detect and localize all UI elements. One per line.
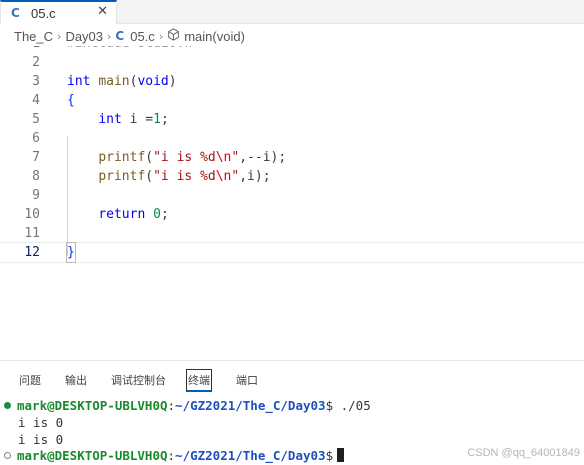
code-line[interactable]: 3 int main(void) xyxy=(0,72,584,91)
code-text: } xyxy=(66,242,76,263)
terminal-line: mark@DESKTOP-UBLVH0Q:~/GZ2021/The_C/Day0… xyxy=(4,397,371,414)
line-number: 5 xyxy=(32,112,40,127)
breadcrumb-item-day03[interactable]: Day03 xyxy=(65,29,103,44)
line-number: 10 xyxy=(24,207,40,222)
code-line[interactable]: 2 xyxy=(0,53,584,72)
tab-05c[interactable]: C 05.c ✕ xyxy=(0,0,117,24)
code-line[interactable]: 8 printf("i is %d\n",i); xyxy=(0,167,584,186)
line-number: 12 xyxy=(24,245,40,260)
line-number: 9 xyxy=(32,188,40,203)
tab-debug-console[interactable]: 调试控制台 xyxy=(110,369,167,391)
line-number: 7 xyxy=(32,150,40,165)
tab-label: 05.c xyxy=(31,5,56,21)
prompt-symbol: $ xyxy=(325,448,334,463)
chevron-right-icon: › xyxy=(158,29,164,43)
chevron-right-icon: › xyxy=(107,29,112,43)
code-text: { xyxy=(67,93,75,108)
success-dot-icon xyxy=(4,402,11,409)
line-number: 11 xyxy=(24,226,40,241)
code-line[interactable]: 11 xyxy=(0,224,584,243)
c-file-icon: C xyxy=(115,29,125,43)
breadcrumb-item-symbol[interactable]: main(void) xyxy=(184,29,245,44)
prompt-user: mark@DESKTOP-UBLVH0Q xyxy=(17,448,168,463)
breadcrumb-item-file[interactable]: 05.c xyxy=(130,29,155,44)
editor-tab-bar: C 05.c ✕ xyxy=(0,0,584,24)
panel-tab-bar: 问题 输出 调试控制台 终端 端口 xyxy=(0,360,584,396)
cube-icon xyxy=(167,28,180,44)
terminal-output-line: i is 0 xyxy=(18,415,64,430)
breadcrumb-item-the-c[interactable]: The_C xyxy=(14,29,53,44)
line-number: 3 xyxy=(32,74,40,89)
terminal-command: ./05 xyxy=(340,398,371,413)
code-line[interactable]: 6 xyxy=(0,129,584,148)
code-editor[interactable]: 1 #include<stdio.h> 2 3 int main(void) 4… xyxy=(0,36,584,352)
prompt-user: mark@DESKTOP-UBLVH0Q xyxy=(17,398,168,413)
code-text: printf("i is %d\n",--i); xyxy=(98,150,287,165)
watermark: CSDN @qq_64001849 xyxy=(467,447,580,459)
code-text: int main(void) xyxy=(67,74,177,89)
breadcrumb: The_C › Day03 › C 05.c › main(void) xyxy=(0,26,245,46)
terminal-output-line: i is 0 xyxy=(18,432,64,447)
terminal-line: mark@DESKTOP-UBLVH0Q:~/GZ2021/The_C/Day0… xyxy=(4,447,345,464)
terminal[interactable]: mark@DESKTOP-UBLVH0Q:~/GZ2021/The_C/Day0… xyxy=(0,396,584,465)
empty-dot-icon xyxy=(4,452,11,459)
prompt-path: ~/GZ2021/The_C/Day03 xyxy=(175,398,326,413)
prompt-symbol: $ xyxy=(325,398,334,413)
tab-ports[interactable]: 端口 xyxy=(235,369,259,391)
close-icon[interactable]: ✕ xyxy=(97,4,108,19)
c-file-icon: C xyxy=(11,6,20,20)
prompt-path: ~/GZ2021/The_C/Day03 xyxy=(175,448,326,463)
line-number: 8 xyxy=(32,169,40,184)
code-line[interactable]: 5 int i =1; xyxy=(0,110,584,129)
line-number: 6 xyxy=(32,131,40,146)
tab-output[interactable]: 输出 xyxy=(64,369,88,391)
code-text: printf("i is %d\n",i); xyxy=(98,169,271,184)
tab-problems[interactable]: 问题 xyxy=(18,369,42,391)
code-line[interactable]: 10 return 0; xyxy=(0,205,584,224)
code-line[interactable]: 7 printf("i is %d\n",--i); xyxy=(0,148,584,167)
line-number: 2 xyxy=(32,55,40,70)
code-line[interactable]: 4 { xyxy=(0,91,584,110)
code-line[interactable]: 9 xyxy=(0,186,584,205)
code-line-active[interactable]: 12 } xyxy=(0,242,584,263)
code-text: int i =1; xyxy=(98,112,169,127)
tab-terminal[interactable]: 终端 xyxy=(186,369,212,392)
line-number: 4 xyxy=(32,93,40,108)
terminal-cursor xyxy=(337,448,345,462)
chevron-right-icon: › xyxy=(57,29,62,43)
code-text: return 0; xyxy=(98,207,169,222)
